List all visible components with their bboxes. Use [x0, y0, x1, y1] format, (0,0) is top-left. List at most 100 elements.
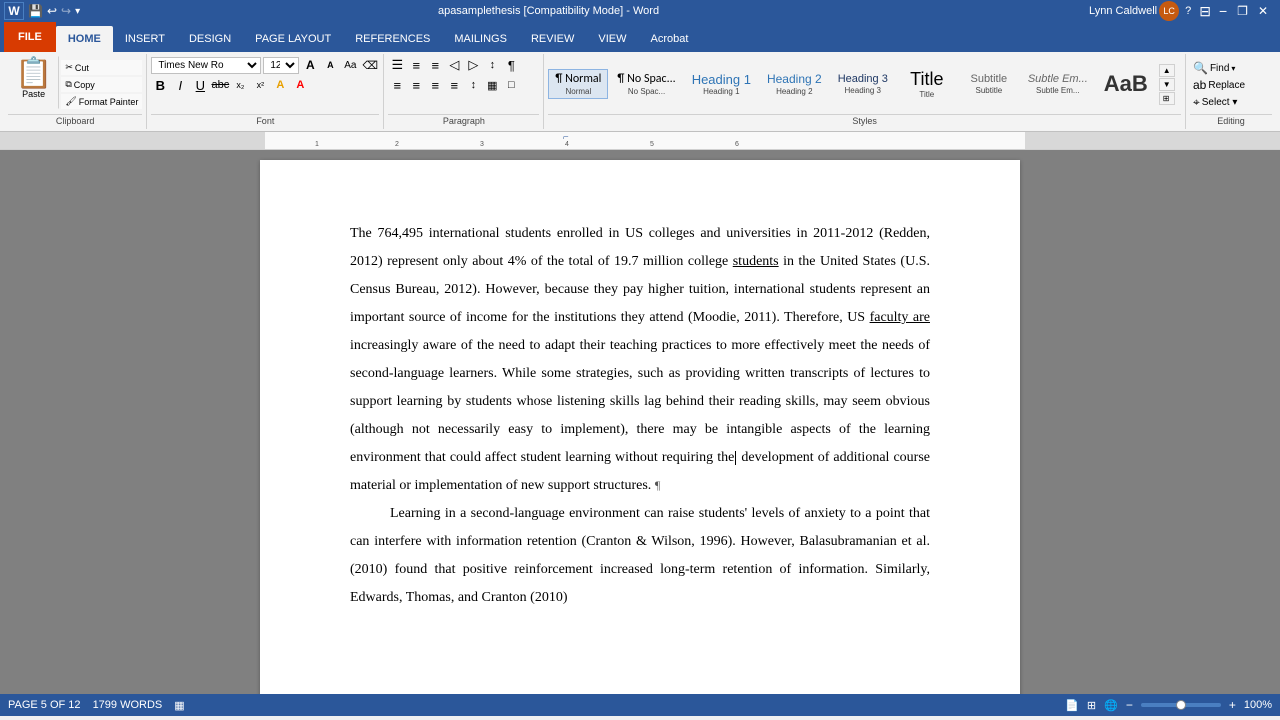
style-heading2[interactable]: Heading 2 Heading 2	[760, 69, 829, 98]
quick-access-undo[interactable]: ↩	[47, 4, 57, 18]
decrease-indent-button[interactable]: ◁	[445, 56, 463, 74]
bold-button[interactable]: B	[151, 76, 169, 94]
view-print-button[interactable]: 📄	[1065, 699, 1079, 712]
document-area[interactable]: The 764,495 international students enrol…	[0, 150, 1280, 694]
help-button[interactable]: ?	[1181, 5, 1195, 17]
zoom-slider[interactable]	[1141, 703, 1221, 707]
style-subtitle[interactable]: Subtitle Subtitle	[959, 70, 1019, 98]
shading-button[interactable]: ▦	[483, 76, 501, 94]
tab-design[interactable]: DESIGN	[177, 26, 243, 52]
paste-button[interactable]: 📋 Paste	[8, 56, 59, 109]
cursor	[735, 451, 736, 465]
zoom-in-button[interactable]: +	[1229, 698, 1236, 712]
quick-access-more[interactable]: ▾	[75, 6, 80, 17]
font-family-select[interactable]: Times New Ro	[151, 57, 261, 74]
font-size-select[interactable]: 12	[263, 57, 299, 74]
editing-label: Editing	[1190, 114, 1272, 127]
align-left-button[interactable]: ≡	[388, 76, 406, 94]
style-heading3[interactable]: Heading 3 Heading 3	[831, 70, 895, 98]
increase-indent-button[interactable]: ▷	[464, 56, 482, 74]
font-label: Font	[151, 114, 379, 127]
line-spacing-button[interactable]: ↕	[464, 76, 482, 94]
font-color-button[interactable]: A	[291, 76, 309, 94]
justify-button[interactable]: ≡	[445, 76, 463, 94]
strikethrough-button[interactable]: abc	[211, 76, 229, 94]
underline-span-students: students	[733, 254, 779, 269]
close-button[interactable]: ✕	[1254, 4, 1272, 18]
tab-references[interactable]: REFERENCES	[343, 26, 442, 52]
superscript-button[interactable]: x²	[251, 76, 269, 94]
style-aab[interactable]: AaB	[1097, 68, 1155, 100]
status-bar: PAGE 5 OF 12 1799 WORDS ▦ 📄 ⊞ 🌐 − + 100%	[0, 694, 1280, 716]
user-name[interactable]: Lynn Caldwell	[1089, 5, 1157, 17]
ruler: 1 2 3 4 5 6 ⌐	[0, 132, 1280, 150]
view-web-button[interactable]: 🌐	[1104, 699, 1118, 712]
word-count: 1799 WORDS	[93, 699, 163, 711]
replace-icon: ab	[1193, 78, 1206, 92]
format-painter-icon: 🖌	[65, 96, 76, 107]
zoom-level[interactable]: 100%	[1244, 699, 1272, 711]
user-avatar: LC	[1159, 1, 1179, 21]
bullets-button[interactable]: ☰	[388, 56, 406, 74]
subscript-button[interactable]: x₂	[231, 76, 249, 94]
clear-formatting-button[interactable]: ⌫	[361, 56, 379, 74]
align-right-button[interactable]: ≡	[426, 76, 444, 94]
minimize-button[interactable]: −	[1215, 3, 1231, 19]
tab-acrobat[interactable]: Acrobat	[638, 26, 700, 52]
sort-button[interactable]: ↕	[483, 56, 501, 74]
word-icon: W	[4, 2, 24, 20]
align-center-button[interactable]: ≡	[407, 76, 425, 94]
style-no-spacing[interactable]: ¶ No Spac... No Spac...	[610, 69, 682, 98]
pilcrow-1: ¶	[655, 478, 660, 492]
styles-group: ¶ Normal Normal ¶ No Spac... No Spac... …	[544, 54, 1186, 129]
document-page: The 764,495 international students enrol…	[260, 160, 1020, 694]
styles-scroll-up[interactable]: ▲ ▼ ⊞	[1159, 64, 1175, 105]
change-case-button[interactable]: Aa	[341, 56, 359, 74]
find-button[interactable]: 🔍 Find ▾	[1190, 60, 1238, 76]
style-title[interactable]: Title Title	[897, 66, 957, 103]
ruler-margin-right	[1025, 132, 1280, 149]
paragraph-group: ☰ ≡ ≡ ◁ ▷ ↕ ¶ ≡ ≡ ≡ ≡ ↕ ▦ □	[384, 54, 544, 129]
tab-mailings[interactable]: MAILINGS	[442, 26, 519, 52]
zoom-out-button[interactable]: −	[1126, 698, 1133, 712]
ribbon-toggle[interactable]: ⊟	[1197, 3, 1213, 20]
status-right: 📄 ⊞ 🌐 − + 100%	[1065, 698, 1272, 712]
multilevel-button[interactable]: ≡	[426, 56, 444, 74]
style-heading1[interactable]: Heading 1 Heading 1	[685, 69, 758, 100]
replace-button[interactable]: ab Replace	[1190, 77, 1248, 93]
format-painter-button[interactable]: 🖌 Format Painter	[61, 94, 142, 109]
tab-insert[interactable]: INSERT	[113, 26, 177, 52]
borders-button[interactable]: □	[502, 76, 520, 94]
show-formatting-button[interactable]: ¶	[502, 56, 520, 74]
tab-view[interactable]: VIEW	[586, 26, 638, 52]
italic-button[interactable]: I	[171, 76, 189, 94]
window-title: apasamplethesis [Compatibility Mode] - W…	[8, 5, 1089, 17]
layout-icon: ▦	[174, 699, 184, 712]
restore-button[interactable]: ❐	[1233, 4, 1252, 18]
increase-font-button[interactable]: A	[301, 56, 319, 74]
view-fullscreen-button[interactable]: ⊞	[1087, 699, 1096, 712]
copy-icon: ⧉	[65, 79, 71, 90]
editing-group: 🔍 Find ▾ ab Replace ⌖ Select ▾ Editing	[1186, 54, 1276, 129]
find-icon: 🔍	[1193, 61, 1208, 75]
select-button[interactable]: ⌖ Select ▾	[1190, 94, 1240, 111]
decrease-font-button[interactable]: A	[321, 56, 339, 74]
tab-home[interactable]: HOME	[56, 26, 113, 52]
page-info: PAGE 5 OF 12	[8, 699, 81, 711]
underline-button[interactable]: U	[191, 76, 209, 94]
cut-button[interactable]: ✂ Cut	[61, 60, 142, 75]
status-left: PAGE 5 OF 12 1799 WORDS ▦	[8, 699, 185, 712]
quick-access-save[interactable]: 💾	[28, 4, 43, 18]
paragraph-2: Learning in a second-language environmen…	[350, 500, 930, 612]
copy-button[interactable]: ⧉ Copy	[61, 77, 142, 92]
ribbon-tab-bar: FILE HOME INSERT DESIGN PAGE LAYOUT REFE…	[0, 22, 1280, 52]
tab-review[interactable]: REVIEW	[519, 26, 586, 52]
quick-access-redo[interactable]: ↪	[61, 4, 71, 18]
tab-file[interactable]: FILE	[4, 22, 56, 52]
style-subtle-emphasis[interactable]: Subtle Em... Subtle Em...	[1021, 70, 1095, 98]
style-normal[interactable]: ¶ Normal Normal	[548, 69, 608, 98]
cut-icon: ✂	[65, 62, 73, 73]
text-highlight-button[interactable]: A	[271, 76, 289, 94]
tab-pagelayout[interactable]: PAGE LAYOUT	[243, 26, 343, 52]
numbering-button[interactable]: ≡	[407, 56, 425, 74]
